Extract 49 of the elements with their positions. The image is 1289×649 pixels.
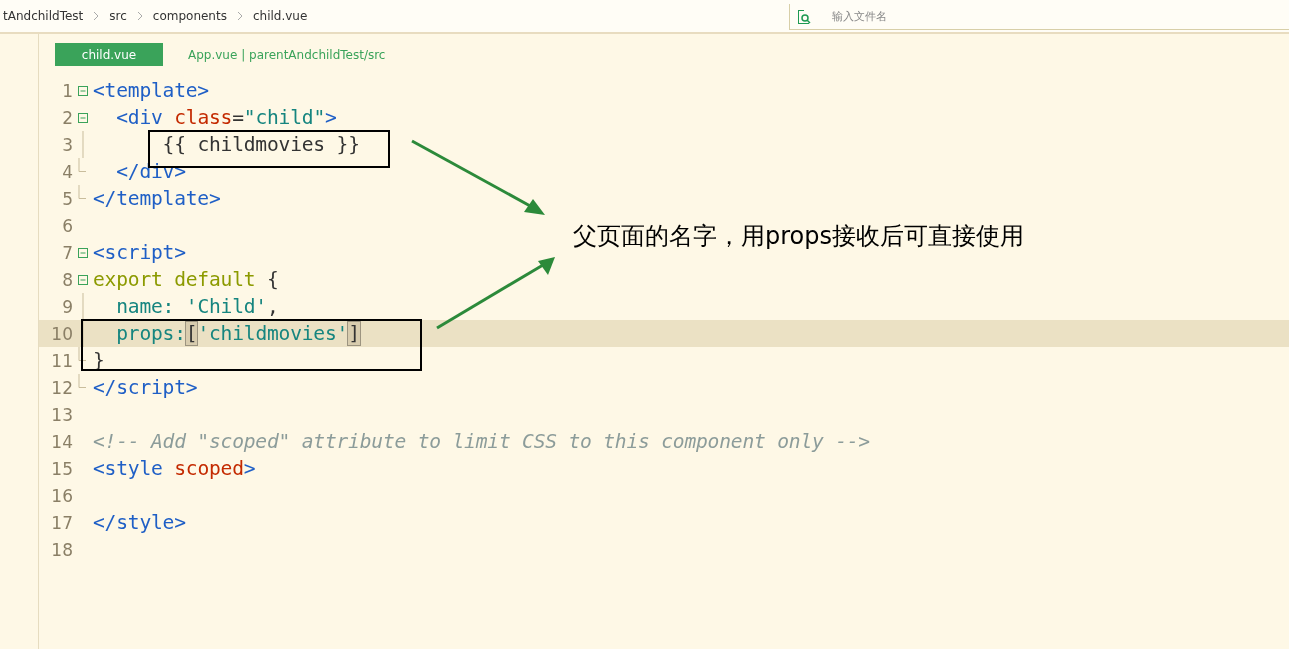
- code-line: export default {: [93, 268, 279, 291]
- line-number: 14: [50, 431, 73, 452]
- file-search-icon: [796, 8, 812, 25]
- line-number: 9: [61, 296, 73, 317]
- chevron-icon: [135, 11, 144, 21]
- fold-end-line: [78, 347, 86, 361]
- line-number: 16: [50, 485, 73, 506]
- fold-end-line: [78, 158, 86, 172]
- code-line: props:['childmovies']: [116, 322, 360, 345]
- line-number: 6: [61, 215, 73, 236]
- line-number: 10: [50, 323, 73, 344]
- annotation-text: 父页面的名字，用props接收后可直接使用: [573, 221, 1024, 252]
- code-line: {{ childmovies }}: [162, 133, 360, 156]
- breadcrumb-item[interactable]: child.vue: [252, 9, 308, 23]
- code-line: </script>: [93, 376, 198, 399]
- code-line: <template>: [93, 79, 209, 102]
- line-number: 7: [61, 242, 73, 263]
- line-number: 3: [61, 134, 73, 155]
- fold-icon[interactable]: [78, 274, 88, 285]
- code-line: <style scoped>: [93, 457, 256, 480]
- line-number: 5: [61, 188, 73, 209]
- fold-guide-line: [82, 131, 84, 158]
- line-number: 11: [50, 350, 73, 371]
- line-number: 13: [50, 404, 73, 425]
- line-number: 4: [61, 161, 73, 182]
- fold-icon[interactable]: [78, 247, 88, 258]
- line-number: 18: [50, 539, 73, 560]
- fold-end-line: [78, 185, 86, 199]
- fold-icon[interactable]: [78, 85, 88, 96]
- line-number: 1: [61, 80, 73, 101]
- code-line: <!-- Add "scoped" attribute to limit CSS to this component only -->: [93, 430, 870, 453]
- breadcrumb-item[interactable]: tAndchildTest: [3, 9, 84, 23]
- breadcrumb-item[interactable]: components: [152, 9, 227, 23]
- line-number: 17: [50, 512, 73, 533]
- file-search-field[interactable]: 输入文件名: [830, 9, 1134, 24]
- fold-end-line: [78, 374, 86, 388]
- code-line: </style>: [93, 511, 186, 534]
- code-line: <script>: [93, 241, 186, 264]
- line-number: 8: [61, 269, 73, 290]
- fold-icon[interactable]: [78, 112, 88, 123]
- line-number: 12: [50, 377, 73, 398]
- line-number: 15: [50, 458, 73, 479]
- code-line: <div class="child">: [116, 106, 337, 129]
- chevron-icon: [235, 11, 244, 21]
- code-line: </template>: [93, 187, 221, 210]
- breadcrumb-item[interactable]: src: [109, 9, 127, 23]
- code-line: name: 'Child',: [116, 295, 279, 318]
- chevron-icon: [92, 11, 101, 21]
- line-number: 2: [61, 107, 73, 128]
